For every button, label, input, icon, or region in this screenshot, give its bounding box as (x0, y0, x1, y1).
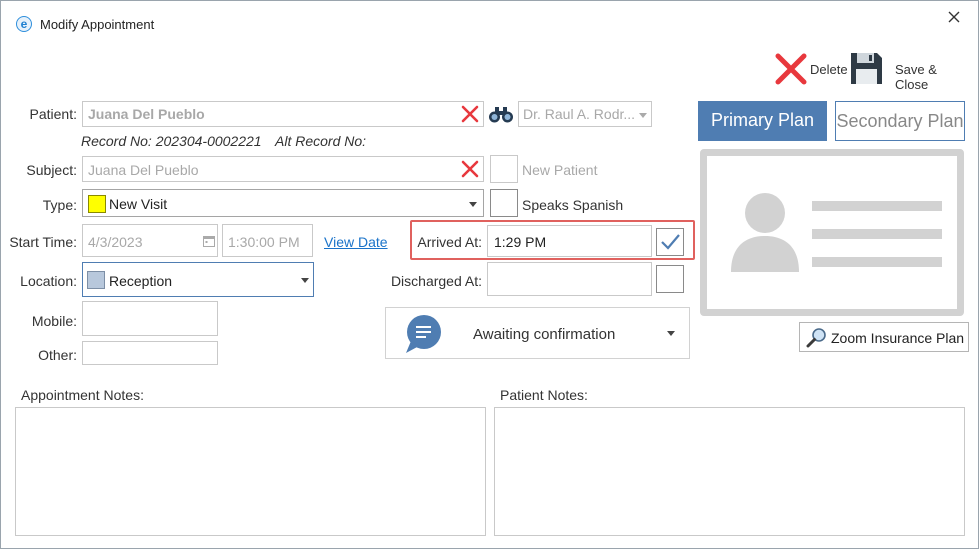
doctor-value: Dr. Raul A. Rodr... (523, 106, 636, 122)
window-title: Modify Appointment (40, 17, 155, 32)
location-label: Location: (20, 273, 77, 289)
subject-label: Subject: (26, 162, 77, 178)
clear-patient-icon[interactable] (461, 105, 479, 123)
patient-label: Patient: (29, 106, 77, 122)
type-color-swatch (88, 195, 106, 213)
chat-bubble-icon (406, 315, 441, 353)
patient-value: Juana Del Pueblo (88, 106, 205, 122)
zoom-insurance-button[interactable]: Zoom Insurance Plan (799, 322, 969, 352)
location-color-swatch (87, 271, 105, 289)
secondary-plan-button[interactable]: Secondary Plan (835, 101, 965, 141)
type-label: Type: (42, 197, 77, 213)
save-close-button[interactable]: Save & Close (849, 50, 969, 92)
subject-input[interactable]: Juana Del Pueblo (82, 156, 484, 182)
status-value: Awaiting confirmation (473, 326, 616, 343)
insurance-card-placeholder (700, 149, 964, 316)
checkmark-icon (661, 234, 680, 250)
doctor-select[interactable]: Dr. Raul A. Rodr... (518, 101, 652, 127)
arrived-at-checkbox[interactable] (656, 228, 684, 256)
doctor-dropdown-icon (639, 113, 647, 118)
arrived-at-value: 1:29 PM (494, 234, 547, 250)
magnifier-icon (806, 328, 826, 348)
start-time-input[interactable]: 1:30:00 PM (222, 224, 313, 257)
alt-record-no: Alt Record No: (275, 133, 367, 149)
view-date-link[interactable]: View Date (324, 234, 388, 250)
location-select[interactable]: Reception (82, 262, 314, 297)
delete-label: Delete (810, 62, 848, 77)
close-icon[interactable] (946, 9, 962, 25)
appointment-notes-label: Appointment Notes: (21, 387, 144, 403)
clear-subject-icon[interactable] (461, 160, 479, 178)
patient-input[interactable]: Juana Del Pueblo (82, 101, 484, 127)
svg-text:e: e (21, 17, 28, 31)
other-label: Other: (38, 347, 77, 363)
new-patient-label: New Patient (522, 162, 598, 178)
other-input[interactable] (82, 341, 218, 365)
type-value: New Visit (109, 196, 168, 212)
save-disk-icon (851, 53, 882, 84)
speaks-spanish-label: Speaks Spanish (522, 197, 624, 213)
discharged-at-input[interactable] (487, 262, 652, 296)
start-date-input[interactable]: 4/3/2023 (82, 224, 218, 257)
mobile-input[interactable] (82, 301, 218, 336)
app-logo-icon: e (16, 16, 32, 32)
patient-notes-textarea[interactable] (494, 407, 965, 536)
start-time-label: Start Time: (9, 234, 77, 250)
start-date-value: 4/3/2023 (88, 234, 143, 250)
status-select[interactable]: Awaiting confirmation (385, 307, 690, 359)
discharged-at-checkbox[interactable] (656, 265, 684, 293)
delete-icon (775, 53, 807, 85)
type-select[interactable]: New Visit (82, 189, 484, 217)
appointment-notes-textarea[interactable] (15, 407, 486, 536)
calendar-icon[interactable] (203, 234, 215, 247)
binoculars-icon[interactable] (487, 104, 515, 124)
id-card-icon (731, 193, 942, 272)
delete-button[interactable]: Delete (772, 50, 848, 86)
type-dropdown-icon (469, 202, 477, 207)
speaks-spanish-checkbox[interactable] (490, 189, 518, 217)
new-patient-checkbox[interactable] (490, 155, 518, 183)
arrived-at-label: Arrived At: (417, 234, 482, 250)
mobile-label: Mobile: (31, 313, 77, 329)
primary-plan-button[interactable]: Primary Plan (698, 101, 827, 141)
record-no: Record No: 202304-0002221 (81, 133, 262, 149)
zoom-insurance-label: Zoom Insurance Plan (831, 330, 965, 346)
patient-notes-label: Patient Notes: (500, 387, 588, 403)
arrived-at-input[interactable]: 1:29 PM (487, 225, 652, 257)
start-time-value: 1:30:00 PM (228, 234, 300, 250)
save-close-label: Save & Close (895, 62, 937, 92)
location-dropdown-icon (301, 278, 309, 283)
status-dropdown-icon (667, 331, 675, 336)
subject-value: Juana Del Pueblo (88, 162, 199, 178)
discharged-at-label: Discharged At: (390, 273, 482, 289)
location-value: Reception (109, 273, 173, 289)
